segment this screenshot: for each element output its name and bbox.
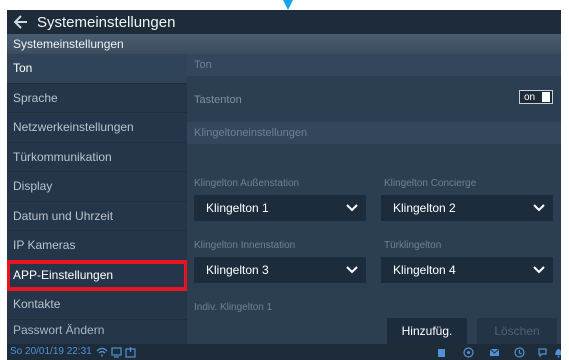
sidebar-item-sprache[interactable]: Sprache bbox=[7, 84, 187, 113]
chat-icon[interactable] bbox=[536, 346, 548, 358]
building-icon[interactable] bbox=[435, 346, 447, 358]
field-label-innenstation: Klingelton Innenstation bbox=[194, 240, 296, 251]
select-value: Klingelton 4 bbox=[393, 263, 456, 277]
field-label-concierge: Klingelton Concierge bbox=[384, 178, 477, 189]
sidebar-item-passwort[interactable]: Passwort Ändern bbox=[7, 320, 187, 337]
sidebar-item-label: Passwort Ändern bbox=[13, 322, 105, 337]
tastenton-toggle[interactable]: on bbox=[519, 90, 553, 104]
add-ringtone-button[interactable]: Hinzufüg. bbox=[387, 318, 467, 344]
history-icon[interactable] bbox=[513, 346, 525, 358]
sidebar-item-netzwerk[interactable]: Netzwerkeinstellungen bbox=[7, 113, 187, 143]
field-label-tuerklingelton: Türklingelton bbox=[384, 240, 442, 251]
sidebar-item-kontakte[interactable]: Kontakte bbox=[7, 290, 187, 320]
sidebar-item-label: Netzwerkeinstellungen bbox=[13, 120, 134, 135]
section-header-label: Systemeinstellungen bbox=[13, 37, 124, 51]
sidebar-item-display[interactable]: Display bbox=[7, 172, 187, 202]
mail-icon[interactable] bbox=[488, 346, 500, 358]
sidebar-item-label: Türkommunikation bbox=[13, 149, 112, 164]
tastenton-label: Tastenton bbox=[194, 94, 242, 106]
wifi-icon bbox=[96, 346, 108, 358]
back-arrow-icon[interactable] bbox=[7, 10, 35, 34]
record-icon bbox=[124, 346, 136, 358]
chevron-down-icon bbox=[346, 204, 358, 212]
sidebar-item-ip-kameras[interactable]: IP Kameras bbox=[7, 231, 187, 261]
sidebar-item-datum-uhrzeit[interactable]: Datum und Uhrzeit bbox=[7, 202, 187, 231]
select-value: Klingelton 2 bbox=[393, 201, 456, 215]
sidebar-item-tuerkommunikation[interactable]: Türkommunikation bbox=[7, 143, 187, 172]
sidebar-item-label: Kontakte bbox=[13, 297, 61, 312]
section-klingelton-header: Klingeltoneinstellungen bbox=[187, 122, 561, 144]
title-bar: Systemeinstellungen bbox=[7, 10, 561, 34]
sidebar-item-label: IP Kameras bbox=[13, 238, 76, 253]
select-klingelton-aussenstation[interactable]: Klingelton 1 bbox=[194, 195, 366, 221]
settings-content: Ton Tastenton on Klingeltoneinstellungen… bbox=[187, 54, 561, 344]
sidebar-item-ton[interactable]: Ton bbox=[7, 54, 187, 84]
bell-icon[interactable] bbox=[552, 346, 561, 358]
select-tuerklingelton[interactable]: Klingelton 4 bbox=[381, 257, 553, 283]
window-title: Systemeinstellungen bbox=[37, 13, 176, 31]
status-bar: So 20/01/19 22:31 bbox=[7, 344, 561, 360]
section-ton-header: Ton bbox=[187, 54, 561, 76]
sidebar-item-app-einstellungen[interactable]: APP-Einstellungen bbox=[7, 259, 188, 291]
status-datetime: So 20/01/19 22:31 bbox=[10, 346, 92, 357]
select-value: Klingelton 3 bbox=[206, 263, 269, 277]
toggle-state-label: on bbox=[524, 91, 536, 103]
sidebar-item-label: APP-Einstellungen bbox=[13, 267, 114, 282]
sidebar-item-label: Sprache bbox=[13, 90, 58, 105]
chevron-down-icon bbox=[346, 266, 358, 274]
chevron-down-icon bbox=[533, 266, 545, 274]
chevron-down-icon bbox=[533, 204, 545, 212]
sidebar-item-label: Datum und Uhrzeit bbox=[13, 208, 114, 223]
indiv-klingelton-label: Indiv. Klingelton 1 bbox=[194, 302, 273, 313]
sidebar: Ton Sprache Netzwerkeinstellungen Türkom… bbox=[7, 54, 188, 344]
field-label-aussenstation: Klingelton Außenstation bbox=[194, 178, 300, 189]
home-icon[interactable] bbox=[462, 346, 474, 358]
toggle-knob bbox=[542, 92, 550, 102]
tastenton-row: Tastenton on bbox=[187, 90, 561, 110]
sidebar-item-label: Display bbox=[13, 179, 53, 194]
delete-ringtone-button[interactable]: Löschen bbox=[477, 318, 557, 344]
select-klingelton-concierge[interactable]: Klingelton 2 bbox=[381, 195, 553, 221]
settings-panel: Systemeinstellungen Systemeinstellungen … bbox=[7, 10, 561, 360]
select-klingelton-innenstation[interactable]: Klingelton 3 bbox=[194, 257, 366, 283]
select-value: Klingelton 1 bbox=[206, 201, 269, 215]
sidebar-item-label: Ton bbox=[13, 61, 33, 76]
section-header: Systemeinstellungen bbox=[7, 34, 561, 54]
screen-icon bbox=[110, 346, 122, 358]
top-indicator-arrow bbox=[283, 0, 293, 10]
